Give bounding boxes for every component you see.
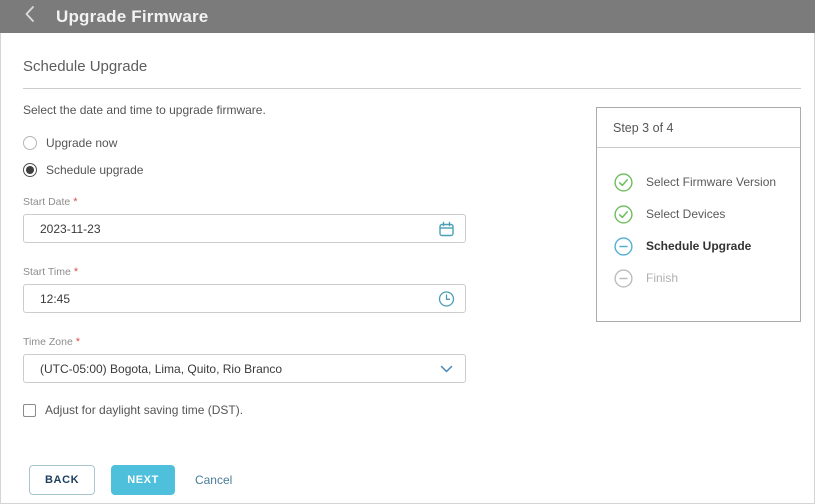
start-date-field: Start Date* bbox=[23, 196, 466, 243]
time-zone-select[interactable]: (UTC-05:00) Bogota, Lima, Quito, Rio Bra… bbox=[23, 354, 466, 383]
steps-panel-title: Step 3 of 4 bbox=[597, 108, 800, 148]
calendar-icon[interactable] bbox=[438, 220, 455, 237]
radio-upgrade-now[interactable]: Upgrade now bbox=[23, 134, 143, 152]
next-button[interactable]: NEXT bbox=[111, 465, 175, 495]
start-time-field: Start Time* bbox=[23, 266, 466, 313]
radio-schedule-upgrade[interactable]: Schedule upgrade bbox=[23, 161, 143, 179]
chevron-left-icon bbox=[24, 5, 35, 28]
section-title: Schedule Upgrade bbox=[23, 58, 801, 89]
step-label: Finish bbox=[646, 269, 678, 288]
step-select-firmware-version: Select Firmware Version bbox=[614, 173, 786, 192]
dst-checkbox-label: Adjust for daylight saving time (DST). bbox=[45, 403, 243, 417]
time-zone-label: Time Zone* bbox=[23, 336, 466, 348]
start-date-input[interactable] bbox=[24, 215, 465, 242]
step-finish: Finish bbox=[614, 269, 786, 288]
step-label: Select Devices bbox=[646, 205, 725, 224]
check-circle-icon bbox=[614, 205, 633, 224]
start-time-label: Start Time* bbox=[23, 266, 466, 278]
dst-checkbox-row[interactable]: Adjust for daylight saving time (DST). bbox=[23, 403, 243, 417]
content-frame: Schedule Upgrade Select the date and tim… bbox=[0, 33, 815, 504]
time-zone-field: Time Zone* (UTC-05:00) Bogota, Lima, Qui… bbox=[23, 336, 466, 383]
radio-selected-icon bbox=[23, 163, 37, 177]
required-asterisk: * bbox=[73, 196, 77, 208]
steps-list: Select Firmware Version Select Devices bbox=[597, 148, 800, 301]
step-schedule-upgrade: Schedule Upgrade bbox=[614, 237, 786, 256]
radio-unselected-icon bbox=[23, 136, 37, 150]
upgrade-timing-radio-group: Upgrade now Schedule upgrade bbox=[23, 134, 143, 188]
back-button[interactable]: BACK bbox=[29, 465, 95, 495]
chevron-down-icon bbox=[438, 360, 455, 377]
minus-circle-icon bbox=[614, 237, 633, 256]
checkbox-unchecked-icon bbox=[23, 404, 36, 417]
step-select-devices: Select Devices bbox=[614, 205, 786, 224]
start-date-label: Start Date* bbox=[23, 196, 466, 208]
wizard-steps-panel: Step 3 of 4 Select Firmware Version bbox=[596, 107, 801, 322]
back-chevron-button[interactable] bbox=[12, 0, 46, 33]
time-zone-selected-value: (UTC-05:00) Bogota, Lima, Quito, Rio Bra… bbox=[40, 362, 282, 376]
form-description: Select the date and time to upgrade firm… bbox=[23, 103, 266, 117]
radio-label: Schedule upgrade bbox=[46, 163, 143, 177]
check-circle-icon bbox=[614, 173, 633, 192]
label-text: Start Date bbox=[23, 196, 70, 208]
upgrade-firmware-window: Upgrade Firmware Schedule Upgrade Select… bbox=[0, 0, 815, 504]
header-bar: Upgrade Firmware bbox=[0, 0, 815, 33]
radio-label: Upgrade now bbox=[46, 136, 117, 150]
start-time-input-wrap bbox=[23, 284, 466, 313]
clock-icon[interactable] bbox=[438, 290, 455, 307]
step-label: Select Firmware Version bbox=[646, 173, 776, 192]
start-time-input[interactable] bbox=[24, 285, 465, 312]
cancel-link[interactable]: Cancel bbox=[195, 473, 232, 487]
label-text: Time Zone bbox=[23, 336, 73, 348]
required-asterisk: * bbox=[74, 266, 78, 278]
step-label: Schedule Upgrade bbox=[646, 237, 751, 256]
page-title: Upgrade Firmware bbox=[56, 7, 208, 27]
minus-circle-icon bbox=[614, 269, 633, 288]
action-button-row: BACK NEXT Cancel bbox=[29, 465, 232, 495]
label-text: Start Time bbox=[23, 266, 71, 278]
start-date-input-wrap bbox=[23, 214, 466, 243]
required-asterisk: * bbox=[76, 336, 80, 348]
